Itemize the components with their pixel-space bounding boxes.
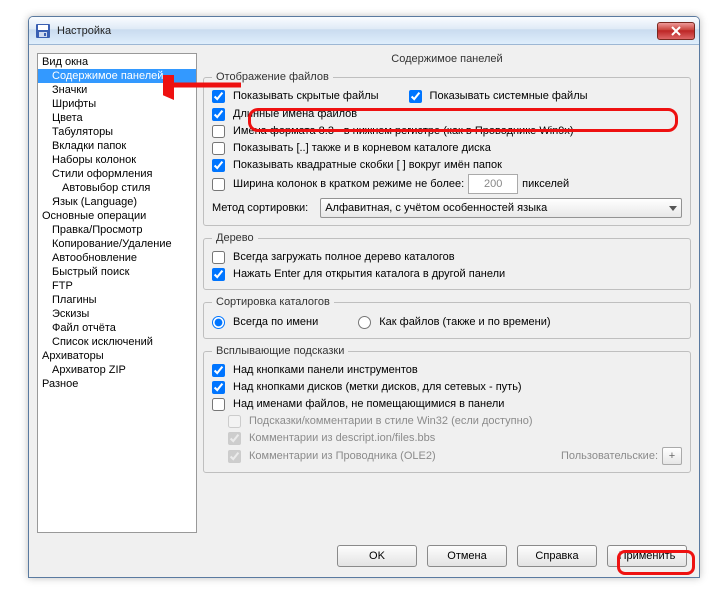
legend-dir-sort: Сортировка каталогов [212, 296, 334, 308]
legend-file-display: Отображение файлов [212, 71, 333, 83]
label-sort-method: Метод сортировки: [212, 200, 308, 216]
group-tooltips: Всплывающие подсказки Над кнопками панел… [203, 345, 691, 473]
checkbox-show-hidden[interactable]: Показывать скрытые файлы [212, 88, 379, 104]
label-pixels: пикселей [522, 176, 569, 192]
sidebar-item[interactable]: Плагины [38, 293, 196, 307]
radio-sort-by-name[interactable]: Всегда по имени [212, 314, 318, 330]
sidebar-item[interactable]: Вид окна [38, 55, 196, 69]
sidebar-item[interactable]: Основные операции [38, 209, 196, 223]
window-title: Настройка [57, 25, 657, 37]
sidebar-item[interactable]: FTP [38, 279, 196, 293]
checkbox-tip-win32: Подсказки/комментарии в стиле Win32 (есл… [212, 413, 682, 429]
sidebar-item[interactable]: Значки [38, 83, 196, 97]
sidebar-item[interactable]: Архиваторы [38, 349, 196, 363]
checkbox-long-names[interactable]: Длинные имена файлов [212, 106, 682, 122]
checkbox-full-tree[interactable]: Всегда загружать полное дерево каталогов [212, 249, 682, 265]
close-button[interactable] [657, 22, 695, 40]
sidebar-item[interactable]: Язык (Language) [38, 195, 196, 209]
main-panel: Содержимое панелей Отображение файлов По… [203, 53, 691, 533]
label-custom: Пользовательские: [561, 448, 658, 464]
sidebar-item[interactable]: Шрифты [38, 97, 196, 111]
sidebar-item[interactable]: Табуляторы [38, 125, 196, 139]
sidebar-item[interactable]: Вкладки папок [38, 139, 196, 153]
checkbox-show-system[interactable]: Показывать системные файлы [409, 88, 588, 104]
checkbox-column-width[interactable]: Ширина колонок в кратком режиме не более… [212, 176, 464, 192]
legend-tree: Дерево [212, 232, 258, 244]
checkbox-tip-filenames[interactable]: Над именами файлов, не помещающимися в п… [212, 396, 682, 412]
sort-method-combo[interactable]: Алфавитная, с учётом особенностей языка [320, 198, 682, 218]
group-file-display: Отображение файлов Показывать скрытые фа… [203, 71, 691, 226]
sidebar-item[interactable]: Автообновление [38, 251, 196, 265]
group-dir-sort: Сортировка каталогов Всегда по имени Как… [203, 296, 691, 339]
sidebar-item[interactable]: Стили оформления [38, 167, 196, 181]
column-width-input[interactable]: 200 [468, 174, 518, 194]
checkbox-dotdot-root[interactable]: Показывать [..] также и в корневом катал… [212, 140, 682, 156]
checkbox-square-brackets[interactable]: Показывать квадратные скобки [ ] вокруг … [212, 157, 682, 173]
checkbox-tip-ole2: Комментарии из Проводника (OLE2) [228, 448, 436, 464]
sidebar-item[interactable]: Правка/Просмотр [38, 223, 196, 237]
settings-window: Настройка Вид окнаСодержимое панелейЗнач… [28, 16, 700, 578]
ok-button[interactable]: OK [337, 545, 417, 567]
close-icon [671, 26, 681, 36]
titlebar: Настройка [29, 17, 699, 45]
custom-plus-button[interactable]: + [662, 447, 682, 465]
sidebar-item[interactable]: Наборы колонок [38, 153, 196, 167]
help-button[interactable]: Справка [517, 545, 597, 567]
legend-tooltips: Всплывающие подсказки [212, 345, 348, 357]
checkbox-tip-descr: Комментарии из descript.ion/files.bbs [212, 430, 682, 446]
sidebar-item[interactable]: Цвета [38, 111, 196, 125]
checkbox-tip-drives[interactable]: Над кнопками дисков (метки дисков, для с… [212, 379, 682, 395]
sidebar-item[interactable]: Содержимое панелей [38, 69, 196, 83]
sidebar-item[interactable]: Разное [38, 377, 196, 391]
sidebar-item[interactable]: Автовыбор стиля [38, 181, 196, 195]
radio-sort-as-files[interactable]: Как файлов (также и по времени) [358, 314, 550, 330]
chevron-down-icon [669, 206, 677, 211]
checkbox-83-lowercase[interactable]: Имена формата 8.3 - в нижнем регистре (к… [212, 123, 682, 139]
page-title: Содержимое панелей [203, 53, 691, 65]
sidebar-item[interactable]: Эскизы [38, 307, 196, 321]
group-tree: Дерево Всегда загружать полное дерево ка… [203, 232, 691, 290]
apply-button[interactable]: Применить [607, 545, 687, 567]
checkbox-enter-open[interactable]: Нажать Enter для открытия каталога в дру… [212, 266, 682, 282]
cancel-button[interactable]: Отмена [427, 545, 507, 567]
sidebar-item[interactable]: Копирование/Удаление [38, 237, 196, 251]
sidebar-item[interactable]: Файл отчёта [38, 321, 196, 335]
category-tree[interactable]: Вид окнаСодержимое панелейЗначкиШрифтыЦв… [37, 53, 197, 533]
sidebar-item[interactable]: Быстрый поиск [38, 265, 196, 279]
save-disk-icon [35, 23, 51, 39]
sidebar-item[interactable]: Архиватор ZIP [38, 363, 196, 377]
button-bar: OK Отмена Справка Применить [337, 545, 687, 567]
checkbox-tip-toolbar[interactable]: Над кнопками панели инструментов [212, 362, 682, 378]
sidebar-item[interactable]: Список исключений [38, 335, 196, 349]
